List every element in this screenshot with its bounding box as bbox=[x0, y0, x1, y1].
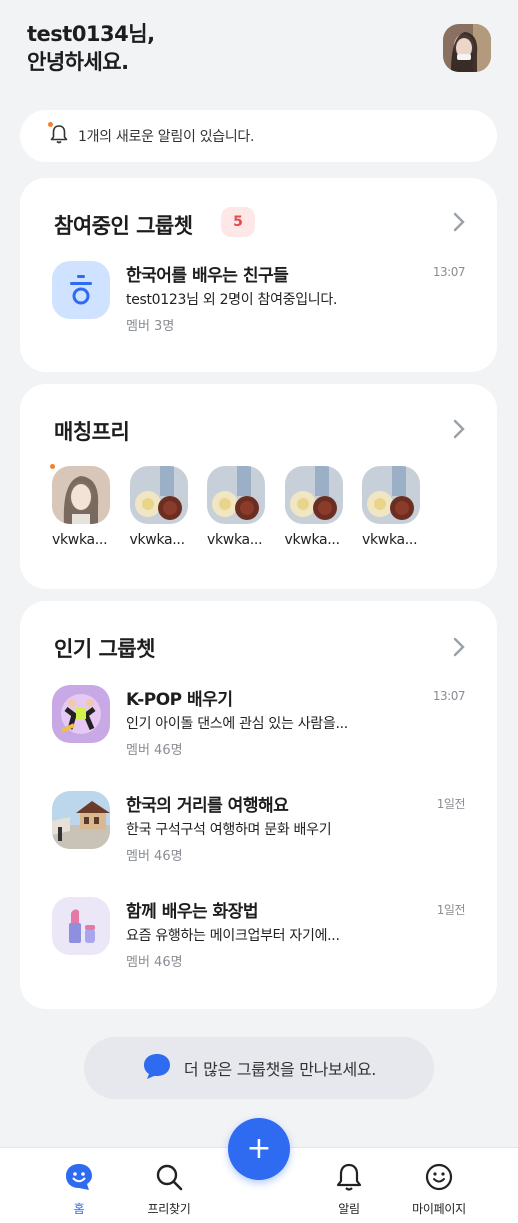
greeting-line2: 안녕하세요. bbox=[27, 50, 129, 74]
tab-alarm[interactable]: 알림 bbox=[304, 1162, 394, 1217]
header: test0134님, 안녕하세요. bbox=[27, 20, 497, 80]
friend-item[interactable]: vkwka... bbox=[50, 464, 130, 548]
tab-home[interactable]: 홈 bbox=[34, 1162, 124, 1217]
group-time: 13:07 bbox=[432, 689, 466, 703]
group-title: 한국어를 배우는 친구들 bbox=[126, 266, 289, 286]
group-subtitle: 한국 구석구석 여행하며 문화 배우기 bbox=[126, 822, 332, 838]
chevron-right-icon[interactable] bbox=[451, 636, 467, 658]
smile-icon bbox=[394, 1162, 484, 1192]
joined-groups-card: 참여중인 그룹쳇 5 한국어를 배우는 친구들 test0123님 외 2명이 … bbox=[20, 178, 497, 372]
friend-avatar bbox=[362, 466, 420, 524]
list-item[interactable]: K-POP 배우기 인기 아이돌 댄스에 관심 있는 사람을... 멤버 46명… bbox=[52, 685, 466, 759]
matching-title: 매칭프리 bbox=[54, 420, 130, 444]
kpop-thumbnail bbox=[52, 685, 110, 743]
tab-search[interactable]: 프리찾기 bbox=[124, 1162, 214, 1217]
group-members: 멤버 46명 bbox=[126, 955, 183, 970]
group-time: 13:07 bbox=[432, 265, 466, 279]
friend-name: vkwka... bbox=[207, 532, 263, 548]
friend-name: vkwka... bbox=[52, 532, 108, 548]
street-thumbnail bbox=[52, 791, 110, 849]
chevron-right-icon[interactable] bbox=[451, 418, 467, 440]
notification-text: 1개의 새로운 알림이 있습니다. bbox=[78, 129, 255, 145]
bell-icon bbox=[50, 124, 68, 148]
online-dot bbox=[50, 464, 55, 469]
friend-name: vkwka... bbox=[362, 532, 418, 548]
friend-item[interactable]: vkwka... bbox=[362, 466, 440, 548]
group-title: 한국의 거리를 여행해요 bbox=[126, 796, 289, 816]
popular-groups-card: 인기 그룹쳇 K-POP 배우기 인기 아이돌 댄스에 관심 있는 사람을...… bbox=[20, 601, 497, 1009]
group-title: K-POP 배우기 bbox=[126, 690, 233, 710]
chevron-right-icon[interactable] bbox=[451, 211, 467, 233]
tab-home-label: 홈 bbox=[73, 1202, 85, 1216]
group-subtitle: test0123님 외 2명이 참여중입니다. bbox=[126, 292, 338, 308]
friend-name: vkwka... bbox=[129, 532, 186, 548]
friend-item[interactable]: vkwka... bbox=[284, 466, 363, 548]
create-group-button[interactable]: + bbox=[228, 1118, 290, 1180]
new-dot bbox=[48, 122, 53, 127]
friend-list: vkwka... vkwka... vkwka... vkwka... vkwk… bbox=[50, 464, 440, 548]
group-members: 멤버 3명 bbox=[126, 319, 175, 334]
group-subtitle: 요즘 유행하는 메이크업부터 자기에... bbox=[126, 928, 340, 944]
friend-avatar bbox=[284, 466, 343, 524]
list-item[interactable]: 함께 배우는 화장법 요즘 유행하는 메이크업부터 자기에... 멤버 46명 … bbox=[52, 897, 466, 971]
joined-groups-title: 참여중인 그룹쳇 bbox=[54, 214, 193, 238]
group-members: 멤버 46명 bbox=[126, 849, 183, 864]
search-icon bbox=[124, 1162, 214, 1192]
notification-banner[interactable]: 1개의 새로운 알림이 있습니다. bbox=[20, 110, 497, 162]
tab-alarm-label: 알림 bbox=[338, 1202, 360, 1216]
profile-avatar[interactable] bbox=[443, 24, 491, 72]
friend-name: vkwka... bbox=[284, 532, 341, 548]
greeting-line1: test0134님, bbox=[27, 22, 155, 46]
hangul-icon bbox=[52, 261, 110, 319]
joined-count-badge: 5 bbox=[221, 207, 255, 237]
chat-bubble-icon bbox=[142, 1052, 172, 1084]
friend-avatar bbox=[207, 466, 265, 524]
tab-search-label: 프리찾기 bbox=[147, 1202, 191, 1216]
group-title: 함께 배우는 화장법 bbox=[126, 902, 258, 922]
group-time: 1일전 bbox=[436, 797, 466, 811]
bell-icon bbox=[304, 1162, 394, 1192]
tab-mypage[interactable]: 마이페이지 bbox=[394, 1162, 484, 1217]
group-subtitle: 인기 아이돌 댄스에 관심 있는 사람을... bbox=[126, 716, 348, 732]
group-members: 멤버 46명 bbox=[126, 743, 183, 758]
group-time: 1일전 bbox=[436, 903, 466, 917]
friend-avatar bbox=[129, 466, 188, 524]
plus-icon: + bbox=[246, 1131, 272, 1166]
friend-avatar bbox=[52, 466, 110, 524]
tab-mypage-label: 마이페이지 bbox=[412, 1202, 466, 1216]
popular-groups-title: 인기 그룹쳇 bbox=[54, 637, 155, 661]
list-item[interactable]: 한국의 거리를 여행해요 한국 구석구석 여행하며 문화 배우기 멤버 46명 … bbox=[52, 791, 466, 865]
more-groups-button[interactable]: 더 많은 그룹챗을 만나보세요. bbox=[84, 1037, 434, 1099]
friend-item[interactable]: vkwka... bbox=[207, 466, 285, 548]
list-item[interactable]: 한국어를 배우는 친구들 test0123님 외 2명이 참여중입니다. 멤버 … bbox=[52, 261, 466, 335]
friend-item[interactable]: vkwka... bbox=[129, 466, 208, 548]
more-groups-label: 더 많은 그룹챗을 만나보세요. bbox=[183, 1060, 377, 1079]
home-smile-icon bbox=[34, 1162, 124, 1192]
matching-card: 매칭프리 vkwka... vkwka... vkwka... vkwka...… bbox=[20, 384, 497, 589]
lipstick-thumbnail bbox=[52, 897, 110, 955]
